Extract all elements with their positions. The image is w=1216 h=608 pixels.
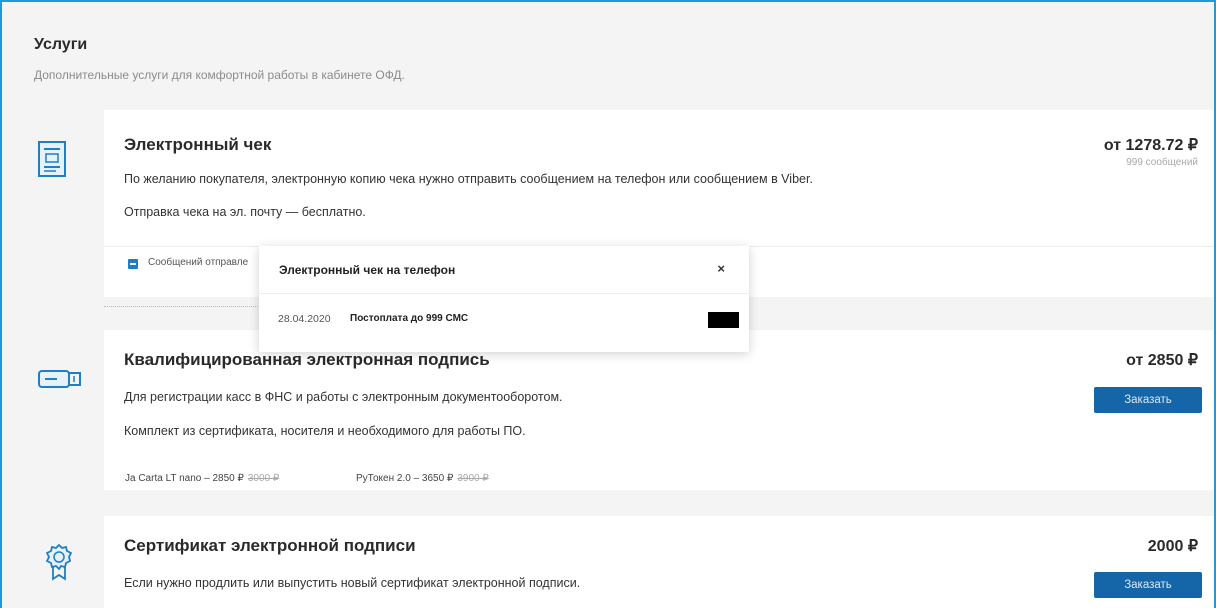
service-price: 2000 ₽ (1147, 538, 1198, 555)
page-title: Услуги (34, 36, 88, 53)
order-button[interactable]: Заказать (1094, 572, 1202, 598)
variant-jacarta[interactable]: Ja Carta LT nano – 2850 ₽3000 ₽ (125, 473, 279, 484)
service-price: от 2850 ₽ (1126, 352, 1198, 369)
service-price-note: 999 сообщений (1126, 157, 1198, 168)
service-card-signature-certificate: Сертификат электронной подписи 2000 ₽ За… (104, 516, 1214, 608)
service-description: По желанию покупателя, электронную копию… (124, 172, 813, 186)
certificate-badge-icon (46, 543, 72, 581)
divider (104, 306, 260, 307)
usb-token-icon (38, 370, 81, 388)
service-description: Если нужно продлить или выпустить новый … (124, 576, 581, 590)
service-description: Для регистрации касс в ФНС и работы с эл… (124, 390, 563, 404)
variant-rutoken[interactable]: РуТокен 2.0 – 3650 ₽3900 ₽ (356, 473, 489, 484)
service-price: от 1278.72 ₽ (1103, 137, 1198, 154)
variant-old-price: 3000 ₽ (247, 473, 280, 484)
variant-label: РуТокен 2.0 – 3650 ₽ (356, 473, 454, 484)
page-subtitle: Дополнительные услуги для комфортной раб… (34, 68, 405, 82)
service-title: Сертификат электронной подписи (124, 536, 416, 555)
variant-old-price: 3900 ₽ (457, 473, 489, 484)
order-button[interactable]: Заказать (1094, 387, 1202, 413)
service-card-qualified-signature: Квалифицированная электронная подпись от… (104, 330, 1214, 490)
service-title: Электронный чек (124, 135, 272, 154)
service-title: Квалифицированная электронная подпись (124, 350, 490, 369)
service-description: Отправка чека на эл. почту — бесплатно. (124, 205, 366, 219)
variant-label: Ja Carta LT nano – 2850 ₽ (125, 473, 244, 484)
sms-receipt-modal: Электронный чек на телефон × 28.04.2020 … (259, 246, 749, 352)
modal-plan: Постоплата до 999 СМС (350, 313, 469, 324)
checkbox-icon[interactable] (128, 259, 138, 269)
redacted-value (708, 312, 739, 328)
receipt-icon (38, 141, 66, 177)
service-description: Комплект из сертификата, носителя и необ… (124, 424, 526, 438)
modal-title: Электронный чек на телефон (279, 263, 456, 277)
modal-header: Электронный чек на телефон × (259, 246, 749, 294)
checkbox-label: Сообщений отправле (148, 257, 249, 268)
modal-date: 28.04.2020 (278, 313, 331, 325)
close-icon[interactable]: × (717, 261, 725, 276)
